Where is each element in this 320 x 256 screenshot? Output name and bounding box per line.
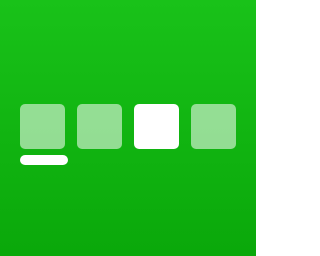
tile-row <box>0 0 256 256</box>
tile-1 <box>20 104 65 149</box>
cursor-underline-bar <box>20 155 68 165</box>
app-icon <box>0 0 256 256</box>
tile-3-highlighted <box>134 104 179 149</box>
tile-4 <box>191 104 236 149</box>
tile-2 <box>77 104 122 149</box>
